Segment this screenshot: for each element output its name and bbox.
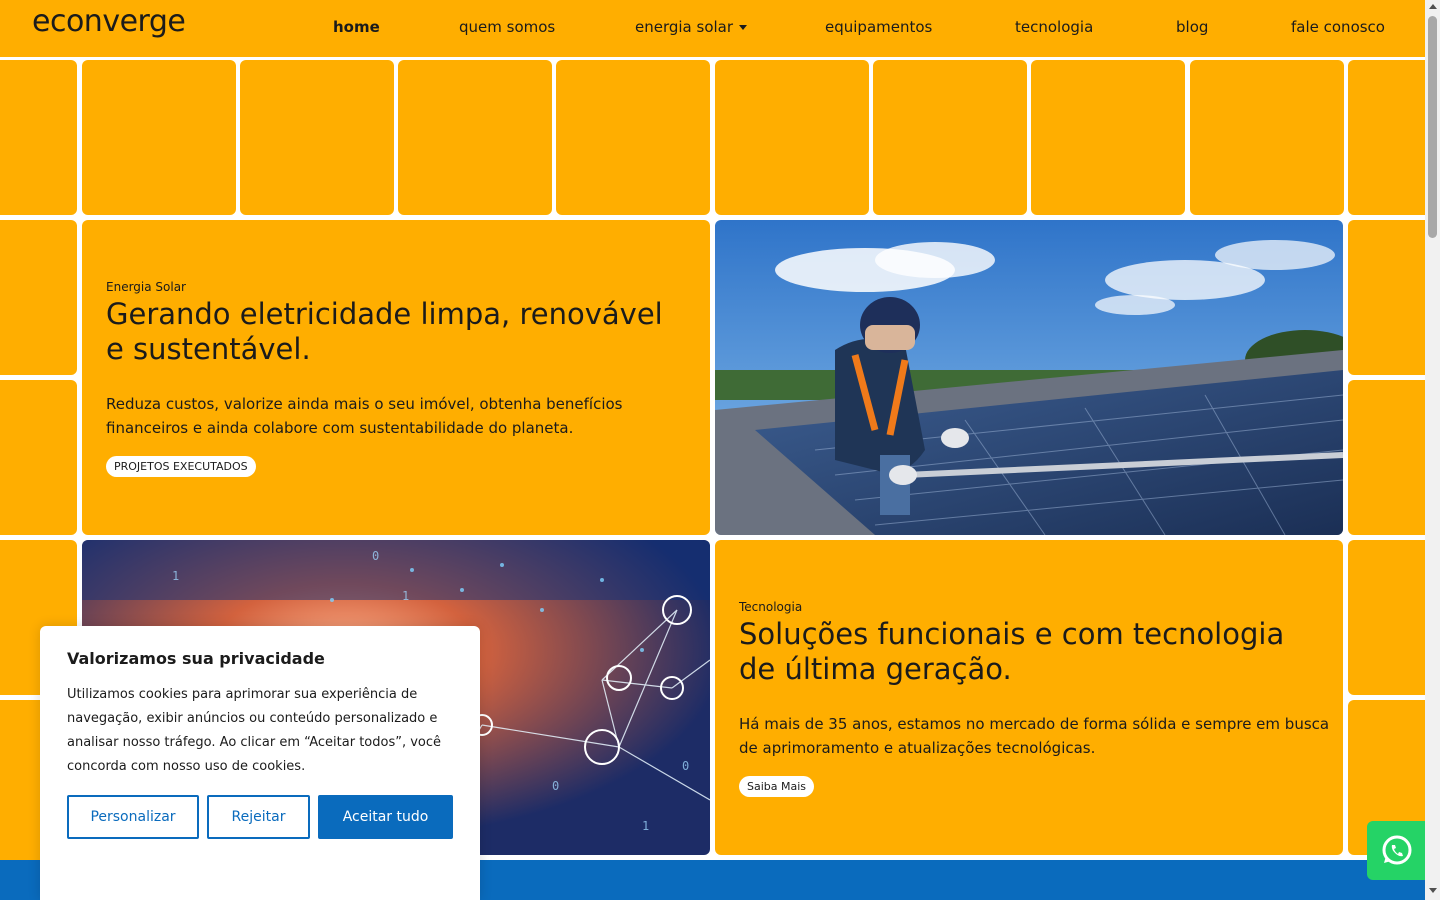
chevron-down-icon bbox=[739, 25, 748, 30]
svg-text:1: 1 bbox=[172, 569, 179, 583]
solar-eyebrow: Energia Solar bbox=[106, 280, 186, 294]
svg-text:1: 1 bbox=[402, 589, 409, 603]
technology-description-line: Há mais de 35 anos, estamos no mercado d… bbox=[739, 715, 1330, 733]
learn-more-button[interactable]: Saiba Mais bbox=[739, 776, 815, 797]
svg-text:0: 0 bbox=[372, 549, 379, 563]
cookie-title: Valorizamos sua privacidade bbox=[67, 649, 325, 668]
page: econverge home quem somos energia solar … bbox=[0, 0, 1440, 900]
decor-tile bbox=[873, 60, 1027, 215]
decor-tile bbox=[82, 60, 236, 215]
projects-button[interactable]: PROJETOS EXECUTADOS bbox=[106, 456, 256, 477]
decor-tile bbox=[1031, 60, 1185, 215]
scroll-down-arrow-icon[interactable] bbox=[1429, 888, 1437, 893]
nav-item-home[interactable]: home bbox=[333, 18, 380, 36]
solar-description: Reduza custos, valorize ainda mais o seu… bbox=[106, 392, 706, 440]
technology-title-line: Soluções funcionais e com tecnologia bbox=[739, 617, 1285, 651]
decor-tile bbox=[398, 60, 552, 215]
technology-title-line: de última geração. bbox=[739, 652, 1012, 686]
scroll-up-arrow-icon[interactable] bbox=[1429, 4, 1437, 9]
nav-item-blog[interactable]: blog bbox=[1176, 18, 1208, 36]
technology-title: Soluções funcionais e com tecnologia de … bbox=[739, 617, 1339, 687]
decor-tile bbox=[0, 220, 77, 375]
nav-item-energia-solar[interactable]: energia solar bbox=[635, 18, 748, 36]
svg-text:1: 1 bbox=[642, 819, 649, 833]
solar-title: Gerando eletricidade limpa, renovável e … bbox=[106, 297, 706, 367]
cookie-text: Utilizamos cookies para aprimorar sua ex… bbox=[67, 687, 442, 774]
decor-tile bbox=[0, 380, 77, 535]
nav-item-tecnologia[interactable]: tecnologia bbox=[1015, 18, 1093, 36]
whatsapp-icon bbox=[1382, 835, 1412, 865]
solar-description-line: Reduza custos, valorize ainda mais o seu… bbox=[106, 395, 623, 413]
technology-description-line: de aprimoramento e atualizações tecnológ… bbox=[739, 739, 1096, 757]
solar-card: Energia Solar Gerando eletricidade limpa… bbox=[82, 220, 710, 535]
decor-tile bbox=[715, 60, 869, 215]
main-nav: home quem somos energia solar equipament… bbox=[0, 18, 1425, 40]
technology-card: Tecnologia Soluções funcionais e com tec… bbox=[715, 540, 1343, 855]
accept-cookies-button[interactable]: Aceitar tudo bbox=[318, 795, 453, 839]
solar-installer-photo bbox=[715, 220, 1343, 535]
nav-item-label: energia solar bbox=[635, 18, 734, 36]
technology-eyebrow: Tecnologia bbox=[739, 600, 803, 614]
scrollbar-thumb[interactable] bbox=[1428, 16, 1437, 238]
technology-description: Há mais de 35 anos, estamos no mercado d… bbox=[739, 712, 1339, 760]
solar-title-line: Gerando eletricidade limpa, renovável bbox=[106, 297, 663, 331]
decor-tile bbox=[240, 60, 394, 215]
whatsapp-button[interactable] bbox=[1367, 821, 1425, 880]
solar-title-line: e sustentável. bbox=[106, 332, 311, 366]
decor-tile bbox=[1190, 60, 1344, 215]
nav-item-fale-conosco[interactable]: fale conosco bbox=[1291, 18, 1385, 36]
nav-item-quem-somos[interactable]: quem somos bbox=[459, 18, 555, 36]
solar-installer-illustration bbox=[715, 220, 1343, 535]
reject-cookies-button[interactable]: Rejeitar bbox=[207, 795, 310, 839]
page-scrollbar[interactable] bbox=[1425, 0, 1440, 900]
site-header: econverge home quem somos energia solar … bbox=[0, 0, 1425, 57]
decor-tile bbox=[556, 60, 710, 215]
decor-tile bbox=[0, 60, 77, 215]
svg-text:0: 0 bbox=[552, 779, 559, 793]
nav-item-equipamentos[interactable]: equipamentos bbox=[825, 18, 932, 36]
cookie-consent-dialog: Valorizamos sua privacidade Utilizamos c… bbox=[40, 626, 480, 900]
svg-text:0: 0 bbox=[682, 759, 689, 773]
customize-cookies-button[interactable]: Personalizar bbox=[67, 795, 199, 839]
solar-description-line: financeiros e ainda colabore com sustent… bbox=[106, 419, 574, 437]
